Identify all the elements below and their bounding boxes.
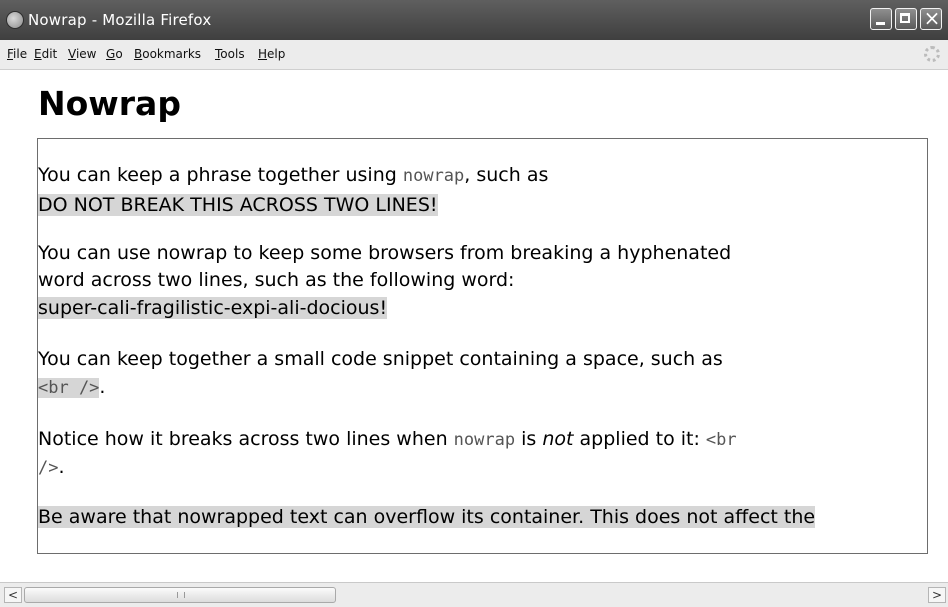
scroll-grip-icon	[177, 592, 185, 598]
scroll-thumb[interactable]	[24, 587, 336, 603]
window-title: Nowrap - Mozilla Firefox	[28, 11, 212, 29]
maximize-icon	[900, 13, 910, 23]
p4-text-mid: is	[515, 428, 543, 450]
p4-code-part-1: <br	[705, 430, 737, 450]
page-title: Nowrap	[38, 84, 181, 123]
activity-throbber-icon	[924, 46, 940, 62]
p1-code: nowrap	[402, 166, 465, 186]
paragraph-4-line-1: Notice how it breaks across two lines wh…	[38, 426, 737, 453]
close-icon: ×	[923, 6, 941, 30]
p4-text-before: Notice how it breaks across two lines wh…	[38, 428, 454, 450]
p2-line-2: word across two lines, such as the follo…	[38, 269, 515, 291]
p3-text-after: .	[99, 376, 106, 398]
window-titlebar[interactable]: Nowrap - Mozilla Firefox ×	[0, 0, 948, 40]
minimize-icon	[876, 22, 885, 25]
p4-code: nowrap	[453, 430, 516, 450]
p4-emphasis: not	[542, 428, 574, 450]
menu-edit[interactable]: Edit	[34, 47, 57, 61]
menu-go[interactable]: Go	[106, 47, 123, 61]
horizontal-scrollbar[interactable]: < >	[0, 582, 948, 607]
menu-bookmarks[interactable]: Bookmarks	[134, 47, 201, 61]
paragraph-1-line-1: You can keep a phrase together using now…	[38, 162, 548, 189]
p1-nowrap-highlight: DO NOT BREAK THIS ACROSS TWO LINES!	[38, 194, 438, 216]
menu-bar: File Edit View Go Bookmarks Tools Help	[0, 40, 948, 70]
p4-text-after: applied to it:	[573, 428, 706, 450]
p4-code-part-2: />	[38, 458, 59, 478]
firefox-icon	[6, 11, 24, 29]
p4-text-end: .	[58, 456, 65, 478]
page-content: Nowrap You can keep a phrase together us…	[0, 70, 948, 582]
p2-nowrap-highlight: super-cali-fragilistic-expi-ali-docious!	[38, 297, 388, 319]
close-button[interactable]: ×	[920, 6, 942, 30]
paragraph-5: Be aware that nowrapped text can overflo…	[38, 504, 816, 530]
p5-overflow-highlight: Be aware that nowrapped text can overflo…	[38, 506, 816, 528]
paragraph-3-line-2: <br />.	[38, 374, 105, 401]
menu-help[interactable]: Help	[258, 47, 285, 61]
paragraph-2-line-3: super-cali-fragilistic-expi-ali-docious!	[38, 295, 388, 321]
scroll-left-arrow-icon[interactable]: <	[4, 587, 22, 603]
paragraph-4-line-2: />.	[38, 454, 65, 481]
menu-file[interactable]: File	[7, 47, 27, 61]
p2-line-1: You can use nowrap to keep some browsers…	[38, 242, 732, 264]
menu-tools[interactable]: Tools	[215, 47, 245, 61]
p1-text-after: , such as	[464, 164, 549, 186]
p3-code-highlight: <br />	[38, 378, 100, 398]
p3-line-1: You can keep together a small code snipp…	[38, 348, 723, 370]
paragraph-1-line-2: DO NOT BREAK THIS ACROSS TWO LINES!	[38, 192, 438, 218]
maximize-button[interactable]	[895, 8, 917, 30]
menu-view[interactable]: View	[68, 47, 96, 61]
scroll-right-arrow-icon[interactable]: >	[928, 587, 946, 603]
p1-text-before: You can keep a phrase together using	[38, 164, 403, 186]
minimize-button[interactable]	[870, 8, 892, 30]
